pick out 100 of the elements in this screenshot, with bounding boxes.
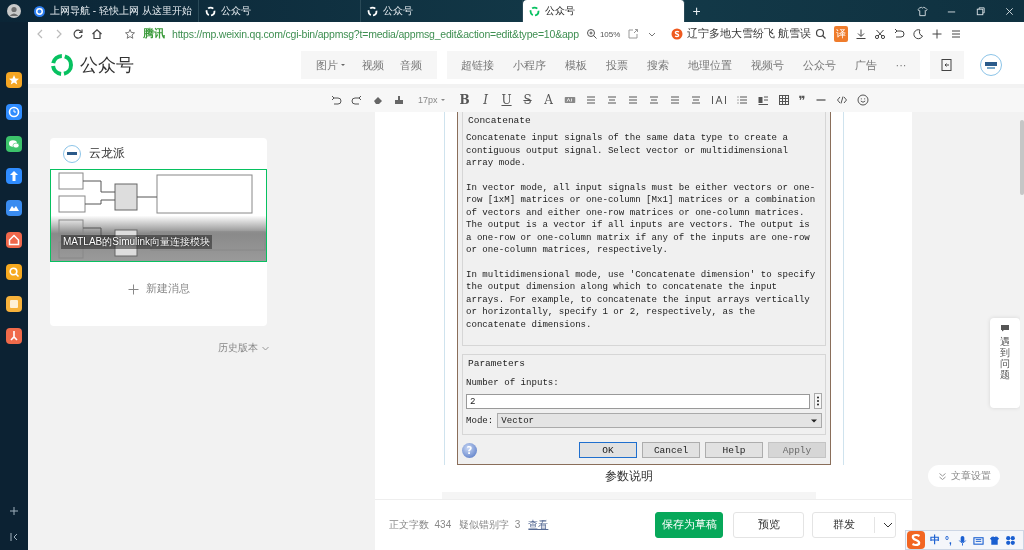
dialog-button: Apply	[768, 442, 826, 458]
menu-item[interactable]: 小程序	[503, 51, 555, 79]
chat-icon	[1000, 324, 1010, 332]
redo-icon[interactable]	[351, 94, 363, 106]
view-link[interactable]: 查看	[528, 518, 549, 532]
menu-item[interactable]: 投票	[596, 51, 637, 79]
action-button[interactable]: 群发	[812, 512, 896, 538]
shirt-icon[interactable]	[917, 5, 928, 17]
plus-icon[interactable]	[931, 28, 944, 40]
menu-item[interactable]: ···	[886, 51, 916, 79]
code-icon[interactable]	[835, 94, 848, 106]
collapse-icon[interactable]	[9, 532, 19, 542]
article-settings-button[interactable]: 文章设置	[928, 465, 1000, 487]
action-button[interactable]: 保存为草稿	[655, 512, 723, 538]
zoom-level[interactable]: 105%	[599, 29, 621, 39]
format-button[interactable]: I	[479, 93, 492, 107]
indent-icon[interactable]	[756, 94, 769, 106]
punctuation-mode[interactable]: °,	[945, 534, 952, 546]
article-title: MATLAB的Simulink向量连接模块	[61, 235, 213, 249]
clock-app-icon[interactable]	[6, 104, 22, 120]
history-link[interactable]: 历史版本	[218, 341, 270, 355]
swirl-logo-icon	[528, 5, 540, 17]
menu-item[interactable]: 搜索	[637, 51, 678, 79]
menu-item[interactable]: 模板	[555, 51, 596, 79]
scissors-icon[interactable]	[874, 28, 887, 40]
address-field[interactable]: https://mp.weixin.qq.com/cgi-bin/appmsg?t=media/appmsg_edit&action=edit&type=10&app	[172, 28, 579, 40]
menu-item[interactable]: 图片	[308, 51, 354, 79]
keyboard-icon[interactable]	[972, 534, 984, 546]
menu-item[interactable]: 视频	[354, 51, 392, 79]
menu-item[interactable]: 广告	[845, 51, 886, 79]
site-label: 腾讯	[143, 27, 165, 41]
download-icon[interactable]	[855, 28, 868, 40]
input-field: 2	[466, 393, 810, 409]
search-field[interactable]: 辽宁多地大雪纷飞 航雪误	[687, 27, 812, 41]
house-app-icon[interactable]	[6, 232, 22, 248]
add-icon[interactable]	[9, 506, 19, 516]
moon-icon[interactable]	[912, 28, 925, 40]
exit-icon	[940, 58, 954, 72]
highlight-icon[interactable]	[563, 94, 576, 106]
format-button[interactable]: A	[542, 93, 555, 107]
reload-icon[interactable]	[72, 28, 84, 40]
undo-icon[interactable]	[330, 94, 342, 106]
input-mode[interactable]: 中	[930, 533, 940, 547]
quote-button[interactable]: ❞	[798, 92, 806, 108]
browser-logo-icon	[34, 5, 45, 17]
format-button[interactable]: U	[500, 93, 513, 107]
exit-button[interactable]	[930, 51, 964, 79]
format-button[interactable]: S	[521, 93, 534, 107]
menu-item[interactable]: 地理位置	[678, 51, 741, 79]
article-card[interactable]: 云龙派 MATLAB的Simulink向量连接模块 新建消息	[50, 138, 267, 326]
field-label: Number of inputs:	[466, 377, 560, 389]
help-panel[interactable]: 遇到问题	[990, 318, 1020, 408]
action-button[interactable]: 预览	[733, 512, 804, 538]
account-avatar	[63, 144, 81, 163]
search-icon[interactable]	[815, 28, 828, 40]
account-name: 云龙派	[89, 146, 125, 161]
cover-image[interactable]: MATLAB的Simulink向量连接模块	[50, 169, 267, 262]
new-message-button[interactable]: 新建消息	[127, 282, 190, 296]
shirt-icon[interactable]	[988, 534, 1000, 546]
font-size-dropdown[interactable]: 17px	[418, 95, 446, 105]
zoom-icon[interactable]	[585, 28, 598, 40]
caret-icon	[883, 522, 893, 528]
logo-text[interactable]: 公众号	[80, 53, 134, 77]
search-engine-icon[interactable]	[671, 28, 684, 40]
new-tab-button[interactable]: +	[684, 0, 709, 22]
menu-item[interactable]: 超链接	[451, 51, 503, 79]
restore-icon[interactable]	[975, 5, 986, 17]
table-icon[interactable]	[777, 94, 790, 106]
field-label: Mode:	[466, 414, 494, 427]
menu-item[interactable]: 音频	[392, 51, 430, 79]
share-icon[interactable]	[627, 28, 640, 40]
microphone-icon[interactable]	[956, 534, 968, 546]
account-avatar[interactable]	[980, 54, 1002, 76]
double-chevron-icon	[937, 471, 947, 481]
arrow-app-icon[interactable]	[6, 168, 22, 184]
menu-item[interactable]: 视频号	[741, 51, 793, 79]
brush-icon[interactable]	[393, 94, 405, 106]
browser-tab[interactable]: 公众号	[522, 0, 685, 22]
letter-spacing-icon[interactable]	[710, 94, 727, 106]
image-caption: 参数说明	[604, 469, 653, 484]
group-title: Concatenate	[467, 114, 532, 127]
description-text: Concatenate input signals of the same data type to create a contiguous output signal. Select vector or multidimensional array mode.	[466, 132, 789, 170]
menu-icon[interactable]	[950, 28, 963, 40]
scrollbar-thumb[interactable]	[1020, 120, 1024, 195]
format-button[interactable]: B	[458, 93, 471, 107]
undo-icon[interactable]	[893, 28, 906, 40]
chat-app-icon[interactable]	[6, 136, 22, 152]
profile-avatar[interactable]	[7, 4, 21, 18]
emoji-icon[interactable]	[856, 94, 869, 106]
grid-icon[interactable]	[1004, 534, 1016, 546]
group-title: Parameters	[467, 357, 526, 370]
close-icon[interactable]	[1004, 5, 1015, 17]
bookmark-star-icon[interactable]	[124, 28, 136, 40]
sogou-logo-icon[interactable]	[907, 531, 925, 549]
search-app-icon[interactable]	[6, 264, 22, 280]
star-app-icon[interactable]	[6, 72, 22, 88]
caret-icon	[439, 97, 446, 103]
home-icon[interactable]	[91, 28, 103, 40]
typo-count: 疑似错别字 3	[459, 518, 521, 532]
menu-item[interactable]: 公众号	[793, 51, 845, 79]
